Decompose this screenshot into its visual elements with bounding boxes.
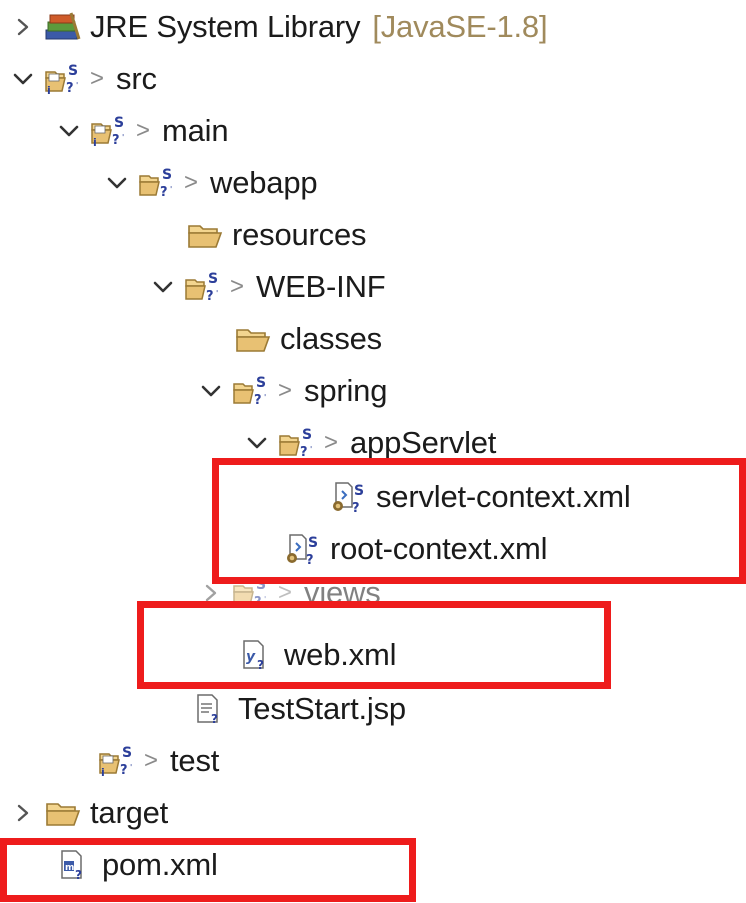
svn-change-marker: > xyxy=(324,429,339,456)
tree-item-label: views xyxy=(304,582,381,606)
chevron-down-icon[interactable] xyxy=(152,276,174,298)
chevron-down-icon[interactable] xyxy=(200,380,222,402)
tree-item-label: web.xml xyxy=(284,637,397,672)
tree-item-servlet-context-xml[interactable]: servlet-context.xml xyxy=(330,474,631,520)
tree-item-resources[interactable]: resources xyxy=(186,212,367,258)
svn-change-marker: > xyxy=(136,117,151,144)
chevron-down-icon[interactable] xyxy=(12,68,34,90)
library-icon xyxy=(44,9,84,45)
tree-item-label: target xyxy=(90,795,169,830)
folder-icon xyxy=(278,425,318,461)
folder-icon xyxy=(184,269,224,305)
folder-icon xyxy=(44,795,84,831)
spring-xml-file-icon xyxy=(330,479,370,515)
tree-item-label: webapp xyxy=(210,165,318,200)
svn-change-marker: > xyxy=(278,377,293,404)
folder-icon xyxy=(234,321,274,357)
svn-change-marker: > xyxy=(230,273,245,300)
tree-item-views[interactable]: > views xyxy=(200,582,381,606)
source-folder-icon xyxy=(98,743,138,779)
tree-item-label: servlet-context.xml xyxy=(376,479,631,514)
svn-change-marker: > xyxy=(278,582,293,606)
chevron-down-icon[interactable] xyxy=(106,172,128,194)
chevron-down-icon[interactable] xyxy=(58,120,80,142)
chevron-right-icon[interactable] xyxy=(12,802,34,824)
maven-pom-icon xyxy=(56,847,96,883)
jre-version-decoration: [JavaSE-1.8] xyxy=(372,9,548,44)
tree-item-label: TestStart.jsp xyxy=(238,691,406,726)
source-folder-icon xyxy=(44,61,84,97)
tree-item-test[interactable]: > test xyxy=(98,738,219,784)
tree-item-web-inf[interactable]: > WEB-INF xyxy=(152,264,386,310)
chevron-right-icon[interactable] xyxy=(12,16,34,38)
tree-item-spring[interactable]: > spring xyxy=(200,368,387,414)
project-explorer-tree: JRE System Library [JavaSE-1.8] > src > … xyxy=(0,0,746,903)
svn-change-marker: > xyxy=(184,169,199,196)
svn-change-marker: > xyxy=(90,65,105,92)
svn-change-marker: > xyxy=(144,747,159,774)
folder-icon xyxy=(138,165,178,201)
tree-item-label: src xyxy=(116,61,157,96)
folder-icon xyxy=(186,217,226,253)
tree-item-label: main xyxy=(162,113,229,148)
tree-item-label: resources xyxy=(232,217,367,252)
tree-item-webapp[interactable]: > webapp xyxy=(106,160,318,206)
tree-item-web-xml[interactable]: web.xml xyxy=(238,632,396,678)
folder-icon xyxy=(232,582,272,606)
tree-item-target[interactable]: target xyxy=(12,790,168,836)
tree-item-app-servlet[interactable]: > appServlet xyxy=(246,420,496,466)
tree-item-test-start-jsp[interactable]: TestStart.jsp xyxy=(192,686,406,732)
spring-xml-file-icon xyxy=(284,531,324,567)
source-folder-icon xyxy=(90,113,130,149)
chevron-right-icon[interactable] xyxy=(200,582,222,604)
jsp-file-icon xyxy=(192,691,232,727)
xml-file-icon xyxy=(238,637,278,673)
tree-item-pom-xml[interactable]: pom.xml xyxy=(56,842,218,888)
chevron-down-icon[interactable] xyxy=(246,432,268,454)
tree-item-label: spring xyxy=(304,373,388,408)
tree-item-label: classes xyxy=(280,321,382,356)
tree-item-jre-system-library[interactable]: JRE System Library [JavaSE-1.8] xyxy=(12,4,548,50)
tree-item-label: appServlet xyxy=(350,425,497,460)
tree-item-views-clipped: > views xyxy=(200,582,500,606)
tree-item-label: test xyxy=(170,743,220,778)
tree-item-label: root-context.xml xyxy=(330,531,548,566)
tree-item-root-context-xml[interactable]: root-context.xml xyxy=(284,526,548,572)
folder-icon xyxy=(232,373,272,409)
tree-item-label: JRE System Library xyxy=(90,9,361,44)
tree-item-label: WEB-INF xyxy=(256,269,386,304)
tree-item-classes[interactable]: classes xyxy=(234,316,382,362)
tree-item-main[interactable]: > main xyxy=(58,108,229,154)
tree-item-src[interactable]: > src xyxy=(12,56,157,102)
tree-item-label: pom.xml xyxy=(102,847,218,882)
